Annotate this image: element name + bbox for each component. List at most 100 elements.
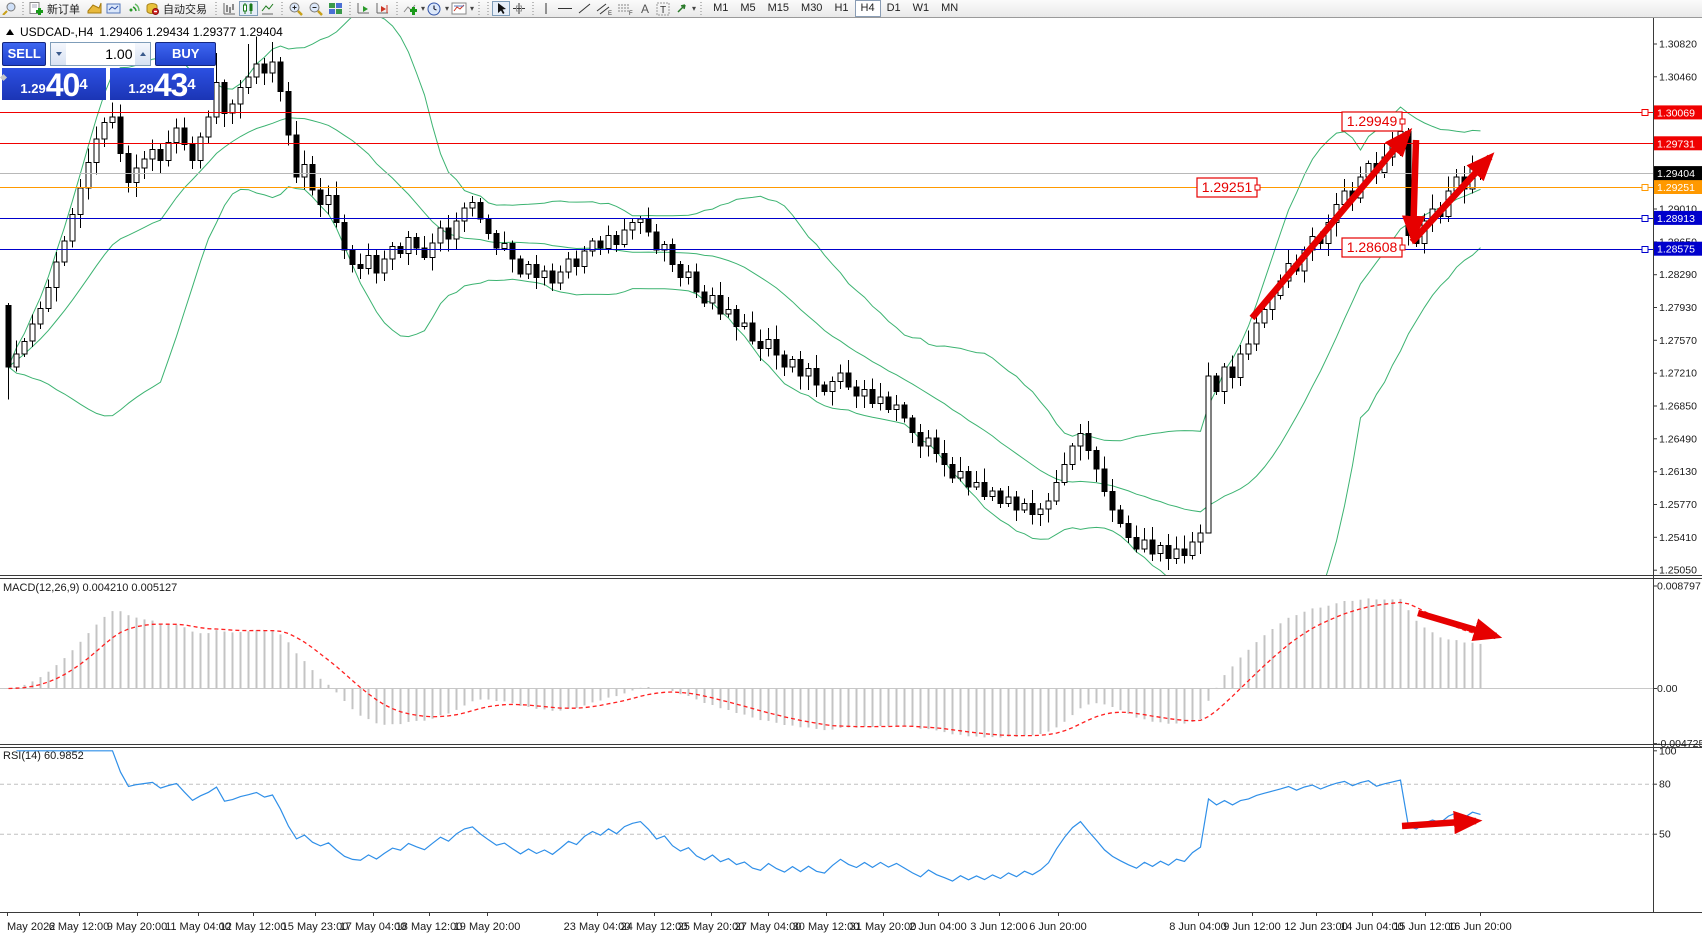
svg-text:1.25050: 1.25050 bbox=[1659, 565, 1697, 577]
svg-text:1.28575: 1.28575 bbox=[1657, 244, 1695, 256]
annotation-price-label[interactable]: 1.28608 bbox=[1342, 238, 1405, 257]
text-label-tool-icon[interactable]: T bbox=[654, 1, 673, 16]
price-tag-1.28913: 1.28913 bbox=[1654, 211, 1702, 225]
trendline-tool-icon[interactable] bbox=[575, 1, 594, 16]
buy-button[interactable]: BUY bbox=[155, 42, 216, 66]
svg-text:1.28608: 1.28608 bbox=[1347, 239, 1398, 255]
zoom-in-icon[interactable] bbox=[286, 1, 306, 16]
text-tool-icon[interactable]: A bbox=[636, 1, 654, 16]
templates-icon[interactable] bbox=[449, 1, 469, 16]
auto-scroll-icon[interactable] bbox=[354, 1, 373, 16]
macd-label: MACD(12,26,9) 0.004210 0.005127 bbox=[3, 582, 177, 594]
crosshair-tool-icon[interactable] bbox=[510, 1, 528, 16]
arrows-tool-icon[interactable] bbox=[673, 1, 691, 16]
expand-triangle-icon[interactable] bbox=[6, 29, 14, 35]
current-price-tag: 1.29404 bbox=[1654, 166, 1702, 180]
tile-windows-icon[interactable] bbox=[326, 1, 345, 16]
timeframe-button-M15[interactable]: M15 bbox=[762, 0, 795, 17]
chart-profile-icon[interactable] bbox=[84, 1, 104, 16]
svg-text:1.28913: 1.28913 bbox=[1657, 213, 1695, 225]
vertical-line-tool-icon[interactable] bbox=[537, 1, 555, 16]
rsi-label: RSI(14) 60.9852 bbox=[3, 750, 84, 762]
indicators-icon[interactable] bbox=[401, 1, 420, 16]
ohlc-values: 1.29406 1.29434 1.29377 1.29404 bbox=[99, 25, 283, 39]
price-tag-1.29251: 1.29251 bbox=[1654, 180, 1702, 194]
annotation-price-label[interactable]: 1.29949 bbox=[1342, 112, 1405, 131]
fibonacci-tool-icon[interactable]: F bbox=[615, 1, 636, 16]
timeframe-button-H4[interactable]: H4 bbox=[855, 0, 881, 17]
timeframe-button-M30[interactable]: M30 bbox=[795, 0, 828, 17]
line-handle[interactable] bbox=[1642, 110, 1648, 116]
line-handle[interactable] bbox=[1642, 185, 1648, 191]
svg-text:50: 50 bbox=[1659, 829, 1671, 841]
arrows-dropdown-arrow[interactable]: ▾ bbox=[692, 4, 696, 13]
chart-title: USDCAD-,H4 1.29406 1.29434 1.29377 1.294… bbox=[6, 25, 283, 39]
buy-price-pip: 4 bbox=[187, 68, 195, 102]
svg-text:1.25410: 1.25410 bbox=[1659, 532, 1697, 544]
down-triangle-icon bbox=[56, 52, 62, 56]
line-chart-type-icon[interactable] bbox=[258, 1, 277, 16]
signal-icon[interactable] bbox=[124, 1, 143, 16]
sell-price-display[interactable]: 1.29404 bbox=[2, 68, 106, 100]
chart-shift-icon[interactable] bbox=[373, 1, 392, 16]
svg-text:1.27570: 1.27570 bbox=[1659, 335, 1697, 347]
svg-text:16 Jun 20:00: 16 Jun 20:00 bbox=[1448, 921, 1512, 933]
timeframe-button-W1[interactable]: W1 bbox=[907, 0, 936, 17]
volume-decrease-button[interactable] bbox=[51, 43, 66, 65]
toolbar-grip bbox=[279, 2, 284, 15]
timeframe-button-H1[interactable]: H1 bbox=[828, 0, 854, 17]
auto-trading-icon[interactable] bbox=[143, 1, 162, 16]
svg-text:1.29731: 1.29731 bbox=[1657, 138, 1695, 150]
templates-dropdown-arrow[interactable]: ▾ bbox=[470, 4, 474, 13]
svg-text:E: E bbox=[608, 11, 612, 16]
new-order-label[interactable]: 新订单 bbox=[47, 1, 80, 17]
trend-arrow[interactable] bbox=[1413, 140, 1416, 238]
timeframe-button-M5[interactable]: M5 bbox=[734, 0, 761, 17]
svg-text:1.27210: 1.27210 bbox=[1659, 368, 1697, 380]
volume-increase-button[interactable] bbox=[135, 43, 150, 65]
svg-text:100: 100 bbox=[1659, 745, 1677, 757]
buy-price-display[interactable]: 1.29434 bbox=[110, 68, 214, 100]
sell-button[interactable]: SELL bbox=[2, 42, 46, 66]
svg-text:1.26490: 1.26490 bbox=[1659, 433, 1697, 445]
new-order-icon[interactable] bbox=[27, 1, 46, 16]
zoom-out-icon[interactable] bbox=[306, 1, 326, 16]
svg-text:F: F bbox=[629, 11, 633, 16]
svg-text:3 Jun 12:00: 3 Jun 12:00 bbox=[970, 921, 1028, 933]
svg-text:1.27930: 1.27930 bbox=[1659, 302, 1697, 314]
periods-icon[interactable] bbox=[425, 1, 444, 16]
timeframe-button-M1[interactable]: M1 bbox=[707, 0, 734, 17]
svg-text:T: T bbox=[660, 5, 666, 16]
annotation-price-label[interactable]: 1.29251 bbox=[1197, 178, 1260, 197]
price-tag-1.29731: 1.29731 bbox=[1654, 136, 1702, 150]
timeframe-button-MN[interactable]: MN bbox=[935, 0, 964, 17]
toolbar-grip bbox=[485, 2, 490, 15]
svg-text:31 May 20:00: 31 May 20:00 bbox=[850, 921, 917, 933]
candle-chart-type-icon[interactable] bbox=[239, 1, 258, 16]
svg-text:1.30069: 1.30069 bbox=[1657, 107, 1695, 119]
svg-text:19 May 20:00: 19 May 20:00 bbox=[454, 921, 521, 933]
svg-text:80: 80 bbox=[1659, 779, 1671, 791]
horizontal-line-tool-icon[interactable] bbox=[555, 1, 575, 16]
svg-text:1.29404: 1.29404 bbox=[1657, 168, 1695, 180]
market-watch-icon[interactable] bbox=[104, 1, 124, 16]
volume-input[interactable] bbox=[66, 43, 135, 65]
auto-trading-label[interactable]: 自动交易 bbox=[163, 1, 207, 17]
partial-icon bbox=[0, 1, 18, 16]
toolbar-grip bbox=[347, 2, 352, 15]
sell-price-pip: 4 bbox=[79, 68, 87, 102]
main-toolbar: 新订单 自动交易 ▾ ▾ ▾ bbox=[0, 0, 1702, 18]
sell-price-big: 40 bbox=[46, 71, 80, 99]
svg-text:2 Jun 04:00: 2 Jun 04:00 bbox=[909, 921, 967, 933]
toolbar-grip bbox=[213, 2, 218, 15]
line-handle[interactable] bbox=[1642, 216, 1648, 222]
svg-text:1.26130: 1.26130 bbox=[1659, 466, 1697, 478]
timeframe-button-D1[interactable]: D1 bbox=[881, 0, 907, 17]
cursor-tool-icon[interactable] bbox=[492, 1, 510, 16]
svg-text:1.30820: 1.30820 bbox=[1659, 39, 1697, 51]
buy-price-prefix: 1.29 bbox=[128, 79, 153, 99]
svg-text:1.28290: 1.28290 bbox=[1659, 269, 1697, 281]
equidistant-channel-tool-icon[interactable]: E bbox=[594, 1, 615, 16]
line-handle[interactable] bbox=[1642, 247, 1648, 253]
bar-chart-type-icon[interactable] bbox=[220, 1, 239, 16]
